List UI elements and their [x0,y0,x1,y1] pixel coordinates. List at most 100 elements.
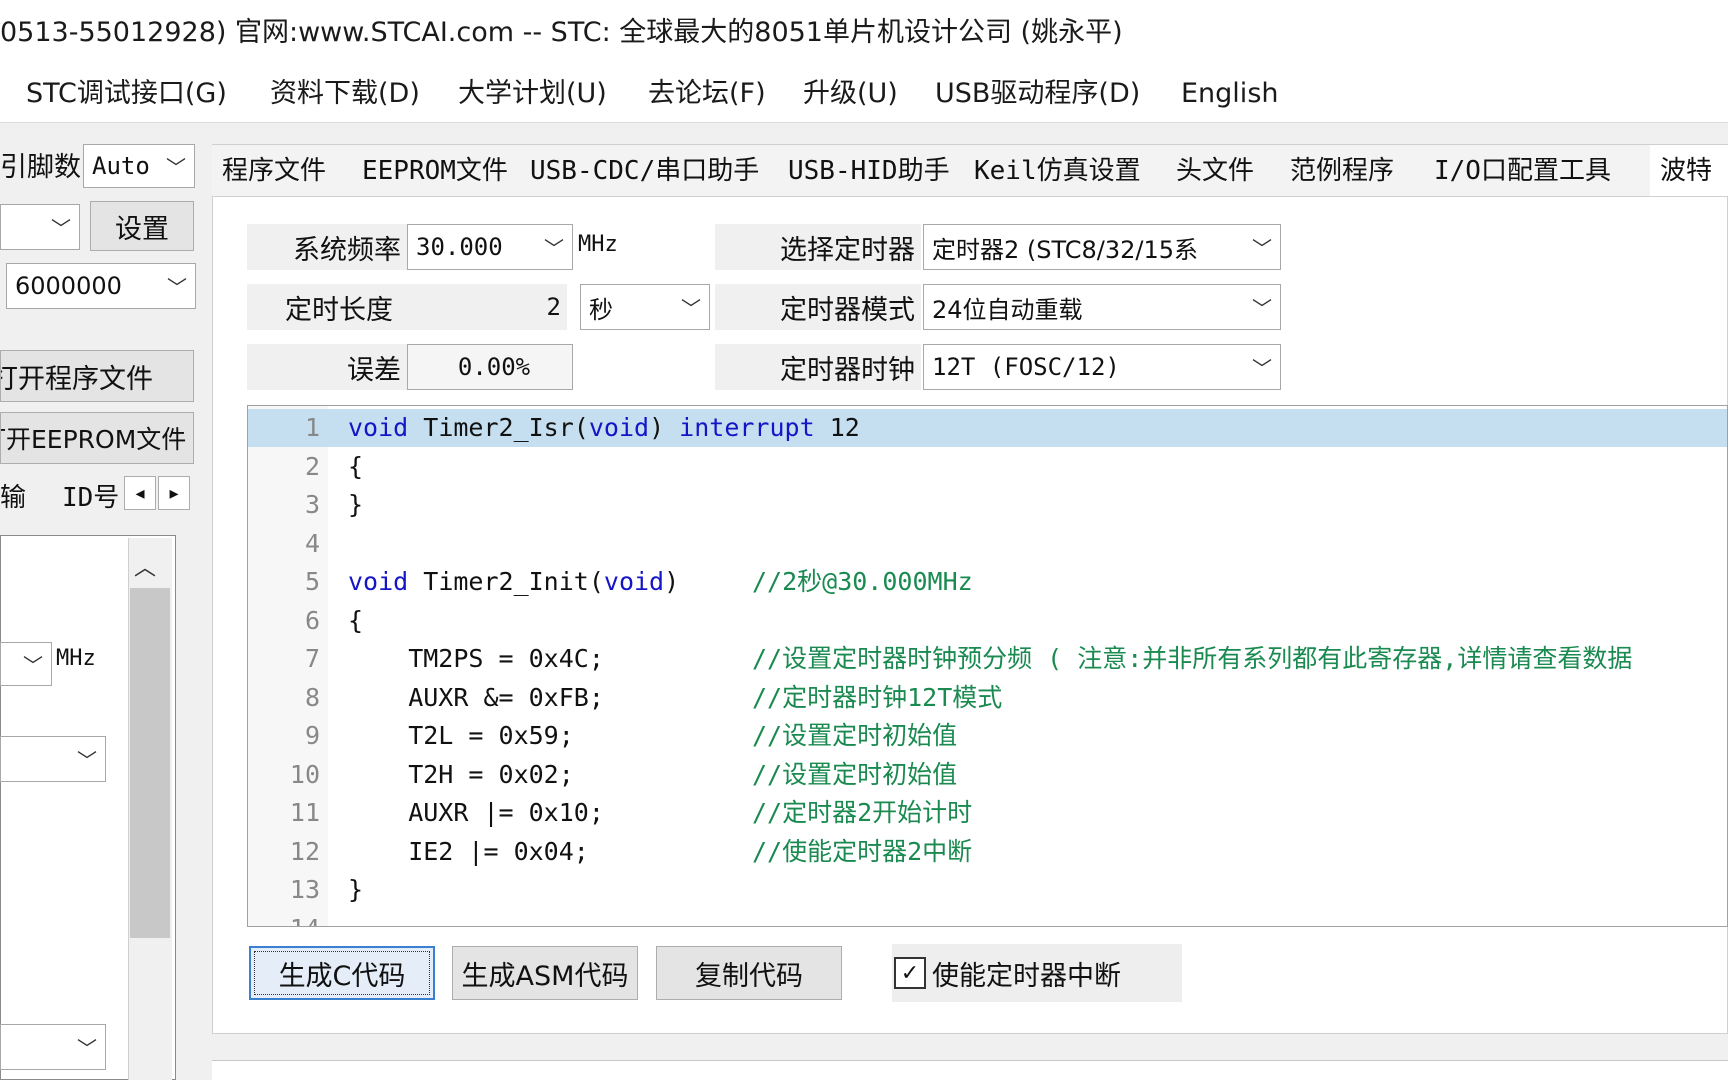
tab-scroll-right-icon[interactable]: ▸ [158,476,190,510]
generate-asm-code-button[interactable]: 生成ASM代码 [452,946,638,1000]
line-number: 2 [304,451,320,481]
enable-timer-interrupt-option[interactable]: ✓ 使能定时器中断 [892,944,1182,1002]
line-number: 7 [304,644,320,673]
status-strip [212,1060,1728,1080]
timer-length-input[interactable]: 2 [407,284,567,330]
chevron-down-icon: ﹀ [23,653,43,678]
code-line[interactable]: 5 void Timer2_Init(void) //2秒@30.000MHz [248,563,1727,601]
settings-button[interactable]: 设置 [90,201,194,251]
timer-mode-select[interactable]: 24位自动重载 ﹀ [923,284,1281,330]
code-comment: //定时器时钟12T模式 [752,682,1003,712]
code-line[interactable]: 7 TM2PS = 0x4C; //设置定时器时钟预分频 ( 注意:并非所有系列都… [248,640,1727,678]
menu-usb-driver[interactable]: USB驱动程序(D) [935,66,1140,122]
code-line[interactable]: 6{ [248,602,1727,640]
line-number: 6 [304,605,320,635]
option-select-2[interactable]: ﹀ [0,1024,106,1070]
code-comment: //定时器2开始计时 [752,798,973,827]
code-line[interactable]: 14 [248,910,1727,927]
code-text: AUXR |= 0x10; [348,798,604,827]
code-line[interactable]: 11 AUXR |= 0x10; //定时器2开始计时 [248,794,1727,832]
code-comment: //2秒@30.000MHz [752,567,973,596]
code-line[interactable]: 4 [248,525,1727,563]
code-line[interactable]: 1 void Timer2_Isr(void) interrupt 12 [248,409,1727,447]
open-eeprom-file-button[interactable]: 打开EEPROM文件 [0,412,194,464]
chevron-down-icon: ﹀ [51,216,71,241]
menu-separator [0,122,1728,123]
pin-count-label: 引脚数 [0,152,81,183]
code-line[interactable]: 13} [248,871,1727,909]
code-line[interactable]: 10 T2H = 0x02; //设置定时初始值 [248,756,1727,794]
tab-program-file[interactable]: 程序文件 [212,144,373,197]
line-number: 3 [304,490,320,519]
tab-scroll-left-icon[interactable]: ◂ [124,476,156,510]
tab-usb-hid[interactable]: USB-HID助手 [778,144,985,197]
tab-usb-cdc-serial[interactable]: USB-CDC/串口助手 [520,144,799,197]
line-number: 4 [304,528,320,558]
option-select-1[interactable]: ﹀ [0,736,106,782]
code-text: T2L = 0x59; [348,721,574,750]
code-line[interactable]: 12 IE2 |= 0x04; //使能定时器2中断 [248,833,1727,871]
code-comment: //设置定时初始值 [752,759,958,789]
tab-id-number[interactable]: ID号 [62,476,119,520]
menu-upgrade[interactable]: 升级(U) [803,66,898,122]
chevron-down-icon: ﹀ [166,155,186,180]
chevron-down-icon: ﹀ [167,275,187,300]
select-timer-select[interactable]: 定时器2 (STC8/32/15系 ﹀ [923,224,1281,270]
tab-baud[interactable]: 波特 [1650,144,1728,197]
code-text: { [348,605,364,635]
line-number: 14 [248,910,320,927]
scrollbar-thumb[interactable] [130,588,170,938]
chevron-down-icon: ﹀ [544,236,564,261]
tab-keil-sim[interactable]: Keil仿真设置 [964,144,1187,197]
line-number: 13 [289,875,320,904]
code-line[interactable]: 2{ [248,448,1727,486]
baud-rate-select[interactable]: 6000000 ﹀ [6,263,196,309]
code-comment: //设置定时器时钟预分频 ( 注意:并非所有系列都有此寄存器,详情请查看数据 [752,644,1633,673]
chevron-down-icon: ﹀ [1252,236,1272,261]
line-number: 9 [304,721,320,750]
generate-c-code-button[interactable]: 生成C代码 [249,946,435,1000]
checkbox-checked-icon[interactable]: ✓ [894,957,926,989]
timer-length-unit-select[interactable]: 秒 ﹀ [580,284,710,330]
code-line[interactable]: 8 AUXR &= 0xFB; //定时器时钟12T模式 [248,679,1727,717]
code-comment: //使能定时器2中断 [752,836,973,866]
code-text: T2H = 0x02; [348,759,574,789]
timer-mode-label: 定时器模式 [715,284,921,330]
menu-university[interactable]: 大学计划(U) [458,66,607,122]
error-label: 误差 [247,344,407,390]
sys-freq-unit: MHz [578,232,618,257]
code-line[interactable]: 9 T2L = 0x59; //设置定时初始值 [248,717,1727,755]
code-text: } [348,875,364,904]
scroll-up-icon[interactable]: ︿ [134,550,156,582]
freq-unit-label: MHz [56,646,96,671]
timer-clock-select[interactable]: 12T (FOSC/12) ﹀ [923,344,1281,390]
enable-timer-interrupt-label: 使能定时器中断 [932,960,1121,992]
tab-eeprom-file[interactable]: EEPROM文件 [352,144,541,197]
menu-stc-debug[interactable]: STC调试接口(G) [26,66,227,122]
menu-download[interactable]: 资料下载(D) [270,66,420,122]
tab-io-config[interactable]: I/O口配置工具 [1424,144,1671,197]
tab-examples[interactable]: 范例程序 [1280,144,1445,197]
code-text: TM2PS = 0x4C; [348,644,604,673]
chevron-down-icon: ﹀ [77,1036,97,1061]
line-number: 5 [304,567,320,596]
code-text: AUXR &= 0xFB; [348,682,604,712]
menu-english[interactable]: English [1181,66,1279,122]
code-comment: //设置定时初始值 [752,721,958,750]
freq-select[interactable]: ﹀ [0,642,52,686]
sys-freq-input[interactable]: 30.000 ﹀ [407,224,573,270]
copy-code-button[interactable]: 复制代码 [656,946,842,1000]
chip-select[interactable]: ﹀ [0,204,80,250]
chevron-down-icon: ﹀ [1252,356,1272,381]
code-line[interactable]: 3} [248,486,1727,524]
chevron-down-icon: ﹀ [77,748,97,773]
code-editor[interactable]: 1 void Timer2_Isr(void) interrupt 12 2{3} 4… [247,405,1728,927]
menu-forum[interactable]: 去论坛(F) [648,66,766,122]
open-program-file-button[interactable]: 打开程序文件 [0,350,194,402]
timer-clock-label: 定时器时钟 [715,344,921,390]
line-number: 1 [304,413,320,442]
code-text: { [348,451,364,481]
code-text: void Timer2_Init(void) [348,567,680,596]
tab-transfer[interactable]: 传输 [0,476,26,520]
pin-count-select[interactable]: Auto ﹀ [83,144,195,188]
